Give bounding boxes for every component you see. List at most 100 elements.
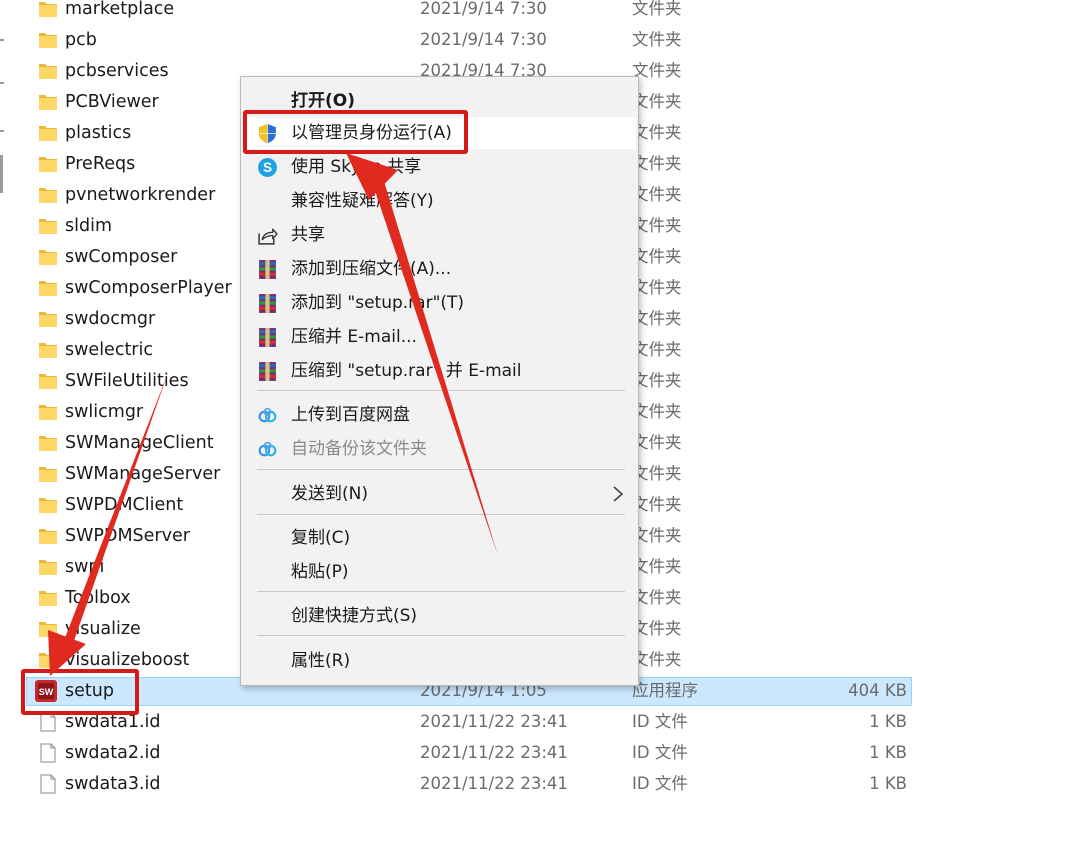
file-type: 文件夹 [632,526,682,545]
folder-icon [38,340,58,360]
baidu-netdisk-icon [257,439,278,460]
highlight-run-as-admin [243,110,468,154]
context-menu: 打开(O) 以管理员身份运行(A) S 使用 Skype 共享 兼容性疑难解答(Y) 共享… [240,76,639,686]
menu-item-label: 使用 Skype 共享 [291,157,422,177]
file-name: Toolbox [65,588,131,608]
file-type: 文件夹 [632,371,682,390]
folder-icon [38,247,58,267]
folder-icon [38,619,58,639]
menu-item-label: 打开(O) [291,91,355,111]
menu-item-label: 发送到(N) [291,484,368,504]
file-type: 文件夹 [632,154,682,173]
file-row[interactable]: swdata1.id 2021/11/22 23:41 ID 文件 1 KB [0,707,1080,738]
file-name: swdata2.id [65,743,161,763]
file-size: 1 KB [869,712,907,731]
menu-item-label: 属性(R) [291,651,351,671]
folder-icon [38,185,58,205]
file-name: swelectric [65,340,153,360]
file-type: 文件夹 [632,650,682,669]
menu-item[interactable]: 添加到 "setup.rar"(T) [241,287,638,319]
file-date: 2021/11/22 23:41 [420,712,568,731]
menu-item[interactable]: 自动备份该文件夹 [241,433,638,465]
folder-icon [38,557,58,577]
menu-item[interactable]: 压缩到 "setup.rar" 并 E-mail [241,355,638,387]
file-type: 文件夹 [632,30,682,49]
menu-item-label: 创建快捷方式(S) [291,606,418,626]
file-date: 2021/11/22 23:41 [420,743,568,762]
file-name: swdata1.id [65,712,161,732]
folder-icon [38,464,58,484]
chevron-right-icon [611,485,625,503]
menu-item-label: 兼容性疑难解答(Y) [291,191,434,211]
file-name: swdocmgr [65,309,156,329]
file-name: SWFileUtilities [65,371,189,391]
menu-item[interactable]: 复制(C) [241,522,638,554]
folder-icon [38,433,58,453]
file-type: 文件夹 [632,340,682,359]
file-name: swComposer [65,247,178,267]
menu-item[interactable]: 属性(R) [241,645,638,677]
file-row[interactable]: pcb 2021/9/14 7:30 文件夹 [0,25,1080,56]
file-row[interactable]: swdata3.id 2021/11/22 23:41 ID 文件 1 KB [0,769,1080,800]
menu-item-label: 压缩并 E-mail... [291,327,417,347]
edge-mark [0,82,4,84]
winrar-icon [257,293,278,314]
share-icon [257,225,278,246]
file-date: 2021/9/14 7:30 [420,0,547,18]
file-row[interactable]: swdata2.id 2021/11/22 23:41 ID 文件 1 KB [0,738,1080,769]
folder-icon [38,278,58,298]
folder-icon [38,309,58,329]
menu-item[interactable]: 共享 [241,219,638,251]
folder-icon [38,371,58,391]
file-name: pcb [65,30,97,50]
baidu-netdisk-icon [257,405,278,426]
file-type: 文件夹 [632,0,682,18]
file-name: visualize [65,619,141,639]
menu-item-label: 压缩到 "setup.rar" 并 E-mail [291,361,522,381]
edge-mark [0,39,4,41]
folder-icon [38,154,58,174]
file-date: 2021/9/14 7:30 [420,30,547,49]
file-type: ID 文件 [632,743,688,762]
folder-icon [38,61,58,81]
menu-item-label: 共享 [291,225,325,245]
file-icon [38,712,58,732]
file-type: 文件夹 [632,588,682,607]
highlight-setup-file [21,669,139,715]
file-name: pcbservices [65,61,169,81]
edge-mark [0,130,4,132]
menu-item[interactable]: 创建快捷方式(S) [241,600,638,632]
menu-item[interactable]: 添加到压缩文件(A)... [241,253,638,285]
menu-item[interactable]: 兼容性疑难解答(Y) [241,185,638,217]
file-name: sldim [65,216,112,236]
menu-item-label: 复制(C) [291,528,351,548]
folder-icon [38,650,58,670]
menu-separator [257,635,625,636]
menu-item-label: 自动备份该文件夹 [291,439,427,459]
file-row[interactable]: marketplace 2021/9/14 7:30 文件夹 [0,0,1080,25]
winrar-icon [257,327,278,348]
menu-item[interactable]: 粘贴(P) [241,556,638,588]
menu-item[interactable]: 上传到百度网盘 [241,399,638,431]
file-type: ID 文件 [632,712,688,731]
file-type: 文件夹 [632,216,682,235]
folder-icon [38,402,58,422]
menu-item[interactable]: S 使用 Skype 共享 [241,151,638,183]
file-name: PreReqs [65,154,136,174]
winrar-icon [257,259,278,280]
folder-icon [38,216,58,236]
file-name: swlicmgr [65,402,144,422]
menu-item[interactable]: 发送到(N) [241,478,638,510]
menu-item-label: 添加到 "setup.rar"(T) [291,293,465,313]
file-size: 1 KB [869,774,907,793]
file-type: 文件夹 [632,185,682,204]
folder-icon [38,526,58,546]
menu-item-label: 上传到百度网盘 [291,405,410,425]
file-type: 文件夹 [632,495,682,514]
menu-item[interactable]: 压缩并 E-mail... [241,321,638,353]
menu-separator [257,591,625,592]
file-name: SWPDMClient [65,495,184,515]
file-type: 文件夹 [632,464,682,483]
folder-icon [38,123,58,143]
file-type: 文件夹 [632,123,682,142]
